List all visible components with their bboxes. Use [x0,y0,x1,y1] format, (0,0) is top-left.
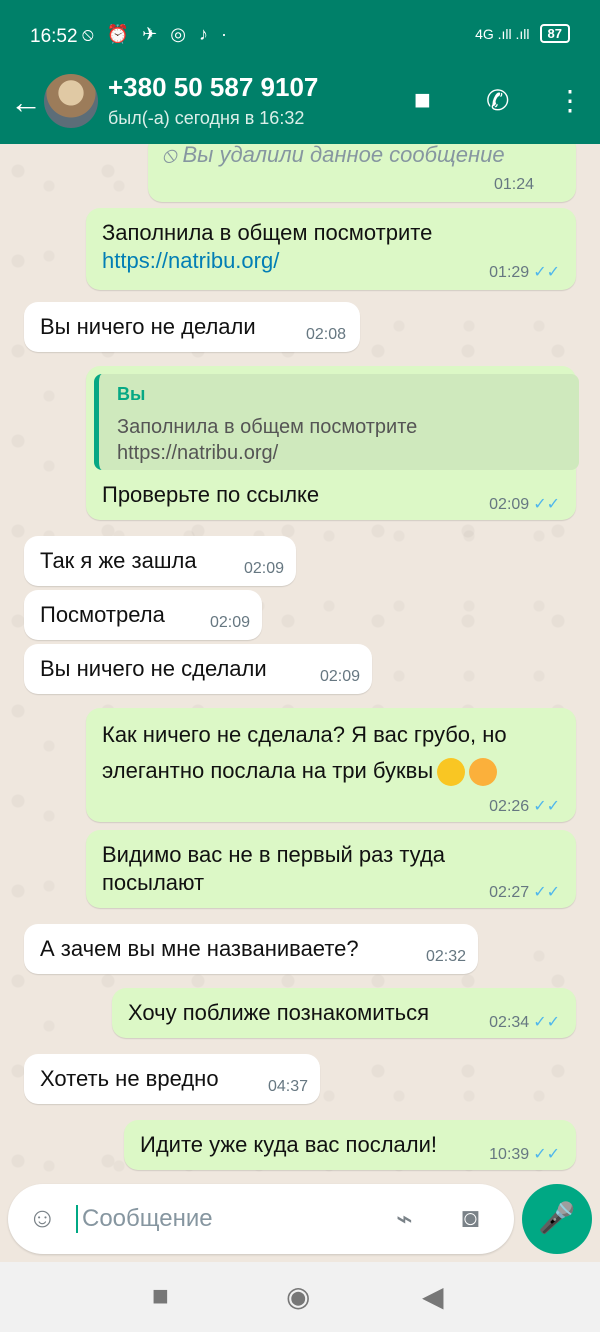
chat-header: ← +380 50 587 9107 был(-а) сегодня в 16:… [0,70,600,144]
quote-author: Вы [117,384,146,404]
message-text: Так я же зашла [40,548,197,573]
signal-icon: 4G .ıll .ıll [475,25,530,42]
back-nav-icon[interactable]: ◀ [422,1280,444,1313]
message-bubble-out[interactable]: Видимо вас не в первый раз туда посылают… [86,830,576,908]
message-bubble-reply[interactable]: Вы Заполнила в общем посмотрите https://… [86,366,579,520]
phone-call-icon[interactable]: ✆ [486,84,509,117]
message-text: Как ничего не сделала? Я вас грубо, но [102,722,507,747]
message-bubble-out[interactable]: Хочу поближе познакомиться 02:34 ✓✓ [112,988,576,1038]
message-bubble-in[interactable]: Посмотрела 02:09 [24,590,262,640]
message-time: 02:09 [243,560,284,577]
message-meta: 01:29 ✓✓ [489,264,560,281]
notification-icons: ⦸ ⏰ ✈ ◎ ♪ · [82,24,231,44]
kissing-heart-emoji-icon [469,758,498,787]
message-meta: 02:34 ✓✓ [489,1014,560,1031]
message-bubble-in[interactable]: Вы ничего не сделали 02:09 [24,644,372,694]
mic-button[interactable]: 🎤 [522,1184,592,1254]
message-link[interactable]: https://natribu.org/ [102,248,279,274]
quoted-message[interactable]: Вы Заполнила в общем посмотрите https://… [94,374,579,470]
emoji-icon[interactable]: ☺ [28,1202,57,1234]
chat-area: ⦸ Вы удалили данное сообщение 01:24 Запо… [0,144,600,1184]
message-text: Проверьте по ссылке [102,482,320,507]
home-icon[interactable]: ◉ [286,1280,310,1313]
message-input[interactable]: Сообщение [76,1205,213,1233]
message-time: 01:24 [493,176,534,193]
message-bubble-out[interactable]: Заполнила в общем посмотрите https://nat… [86,208,576,290]
message-time: 02:32 [425,948,466,965]
message-text: Хотеть не вредно [40,1066,219,1091]
read-ticks-icon: ✓✓ [533,496,560,513]
message-meta: 10:39 ✓✓ [489,1146,560,1163]
avatar[interactable] [44,74,98,128]
message-bubble-out[interactable]: Идите уже куда вас послали! 10:39 ✓✓ [124,1120,576,1170]
video-call-icon[interactable]: ■ [414,84,431,116]
status-time: 16:52 [30,26,78,47]
message-text: Видимо вас не в первый раз туда [102,842,446,867]
message-text: А зачем вы мне названиваете? [40,936,359,961]
message-text: Посмотрела [40,602,165,627]
message-text: элегантно послала на три буквы [102,758,498,787]
message-time: 02:09 [319,668,360,685]
read-ticks-icon: ✓✓ [533,264,560,281]
message-text: Вы ничего не сделали [40,656,267,681]
mic-icon: 🎤 [538,1202,576,1235]
read-ticks-icon: ✓✓ [533,1014,560,1031]
message-text: посылают [102,870,205,895]
status-bar: 16:52 ⦸ ⏰ ✈ ◎ ♪ · 4G .ıll .ıll 87 [0,0,600,70]
android-navbar: ■ ◉ ◀ [0,1262,600,1332]
message-bubble-deleted[interactable]: ⦸ Вы удалили данное сообщение 01:24 [148,144,576,202]
recents-icon[interactable]: ■ [152,1280,169,1312]
contact-name[interactable]: +380 50 587 9107 [108,72,318,103]
message-time: 02:08 [305,326,346,343]
camera-icon[interactable]: ◙ [462,1202,479,1234]
message-text: Идите уже куда вас послали! [140,1132,437,1157]
message-bubble-in[interactable]: Так я же зашла 02:09 [24,536,296,586]
attach-icon[interactable]: ⌁ [396,1202,413,1235]
message-bubble-in[interactable]: А зачем вы мне названиваете? 02:32 [24,924,478,974]
message-meta: 02:26 ✓✓ [489,798,560,815]
message-text: Вы ничего не делали [40,314,256,339]
menu-icon[interactable]: ⋮ [556,84,584,117]
message-time: 04:37 [267,1078,308,1095]
deleted-message-text: ⦸ Вы удалили данное сообщение [162,144,505,167]
message-bubble-in[interactable]: Хотеть не вредно 04:37 [24,1054,320,1104]
read-ticks-icon: ✓✓ [533,1146,560,1163]
read-ticks-icon: ✓✓ [533,798,560,815]
message-time: 02:09 [209,614,250,631]
read-ticks-icon: ✓✓ [533,884,560,901]
battery-icon: 87 [539,24,570,43]
grinning-sweat-emoji-icon [437,758,466,787]
message-bubble-in[interactable]: Вы ничего не делали 02:08 [24,302,360,352]
message-text: Хочу поближе познакомиться [128,1000,430,1025]
message-meta: 02:27 ✓✓ [489,884,560,901]
message-composer: ☺ Сообщение ⌁ ◙ [8,1184,514,1254]
quote-text: Заполнила в общем посмотрите https://nat… [117,416,418,464]
status-right: 4G .ıll .ıll 87 [475,24,570,43]
back-arrow-icon[interactable]: ← [10,84,42,121]
message-bubble-out[interactable]: Как ничего не сделала? Я вас грубо, но э… [86,708,576,822]
last-seen: был(-а) сегодня в 16:32 [108,108,305,128]
message-text: Заполнила в общем посмотрите [102,220,433,245]
message-meta: 02:09 ✓✓ [489,496,560,513]
